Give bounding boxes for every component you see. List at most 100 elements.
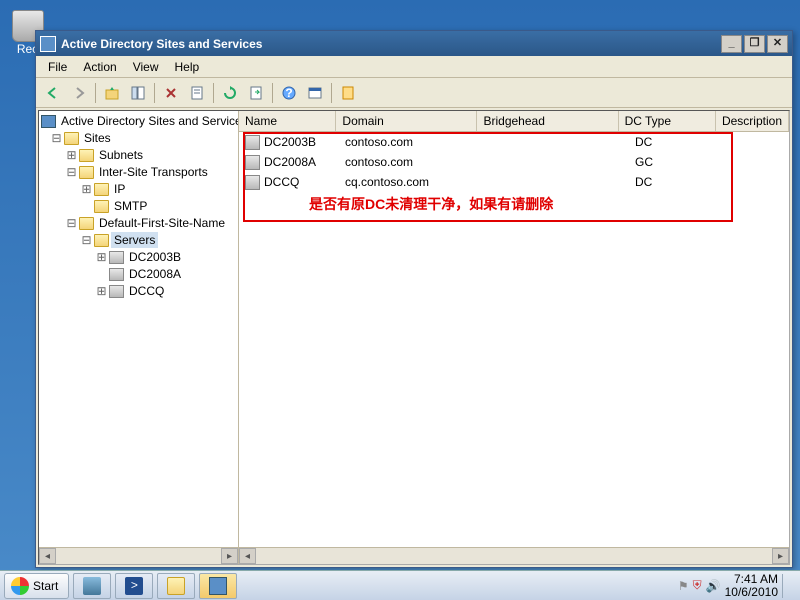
task-powershell[interactable]: >: [115, 573, 153, 599]
cell-description: [729, 152, 789, 172]
tree-sites[interactable]: ⊟Sites: [41, 130, 236, 147]
menu-view[interactable]: View: [125, 58, 167, 75]
window-title: Active Directory Sites and Services: [61, 37, 262, 51]
forward-button[interactable]: [67, 81, 91, 105]
cell-dctype: GC: [629, 152, 729, 172]
system-tray[interactable]: ⚑ ⛨ 🔊 7:41 AM 10/6/2010: [678, 573, 796, 599]
show-hide-button[interactable]: [126, 81, 150, 105]
col-name[interactable]: Name: [239, 111, 336, 131]
list-scroll[interactable]: ◂▸: [239, 547, 789, 564]
show-desktop-button[interactable]: [782, 574, 790, 598]
tray-volume-icon[interactable]: 🔊: [706, 579, 721, 593]
server-icon: [109, 251, 124, 264]
list-row[interactable]: DCCQ cq.contoso.com DC: [239, 172, 789, 192]
folder-icon: [79, 217, 94, 230]
collapse-icon[interactable]: ⊟: [49, 130, 64, 147]
minimize-button[interactable]: _: [721, 35, 742, 53]
tree-ist[interactable]: ⊟Inter-Site Transports: [41, 164, 236, 181]
start-orb-icon: [11, 577, 29, 595]
close-button[interactable]: ✕: [767, 35, 788, 53]
up-button[interactable]: [100, 81, 124, 105]
tree-ip[interactable]: ⊞IP: [41, 181, 236, 198]
tree-dc3[interactable]: ⊞DCCQ: [41, 283, 236, 300]
taskbar: Start > ⚑ ⛨ 🔊 7:41 AM 10/6/2010: [0, 570, 800, 600]
tree-scroll[interactable]: ◂▸: [39, 547, 238, 564]
cell-description: [729, 172, 789, 192]
tray-flag-icon[interactable]: ⚑: [678, 579, 689, 593]
folder-icon: [94, 234, 109, 247]
tree-dfsn[interactable]: ⊟Default-First-Site-Name: [41, 215, 236, 232]
options-button[interactable]: [303, 81, 327, 105]
server-icon: [109, 268, 124, 281]
tree-pane[interactable]: Active Directory Sites and Services ⊟Sit…: [39, 111, 239, 564]
tray-shield-icon[interactable]: ⛨: [693, 578, 702, 593]
cell-bridgehead: [484, 172, 629, 192]
folder-icon: [79, 149, 94, 162]
menu-bar: File Action View Help: [36, 56, 792, 78]
cell-bridgehead: [484, 132, 629, 152]
delete-button[interactable]: [159, 81, 183, 105]
list-header: Name Domain Bridgehead DC Type Descripti…: [239, 111, 789, 132]
col-domain[interactable]: Domain: [336, 111, 477, 131]
back-button[interactable]: [41, 81, 65, 105]
task-ad-sites[interactable]: [199, 573, 237, 599]
col-bridgehead[interactable]: Bridgehead: [477, 111, 618, 131]
server-icon: [109, 285, 124, 298]
title-bar[interactable]: Active Directory Sites and Services _ ❐ …: [36, 31, 792, 56]
export-button[interactable]: [244, 81, 268, 105]
folder-icon: [94, 200, 109, 213]
tray-time: 7:41 AM: [725, 573, 778, 586]
cell-dctype: DC: [629, 172, 729, 192]
mmc-window: Active Directory Sites and Services _ ❐ …: [35, 30, 793, 568]
scroll-right-icon[interactable]: ▸: [221, 548, 238, 564]
svg-text:?: ?: [285, 86, 292, 100]
expand-icon[interactable]: ⊞: [94, 283, 109, 300]
cell-name: DC2003B: [239, 132, 339, 152]
list-row[interactable]: DC2003B contoso.com DC: [239, 132, 789, 152]
maximize-button[interactable]: ❐: [744, 35, 765, 53]
collapse-icon[interactable]: ⊟: [64, 164, 79, 181]
list-body[interactable]: DC2003B contoso.com DC DC2008A contoso.c…: [239, 132, 789, 547]
tree-smtp[interactable]: SMTP: [41, 198, 236, 215]
scroll-right-icon[interactable]: ▸: [772, 548, 789, 564]
content-area: Active Directory Sites and Services ⊟Sit…: [38, 110, 790, 565]
task-explorer[interactable]: [157, 573, 195, 599]
tree-subnets[interactable]: ⊞Subnets: [41, 147, 236, 164]
folder-icon: [64, 132, 79, 145]
refresh-button[interactable]: [218, 81, 242, 105]
tray-clock[interactable]: 7:41 AM 10/6/2010: [725, 573, 778, 599]
menu-help[interactable]: Help: [167, 58, 208, 75]
cell-dctype: DC: [629, 132, 729, 152]
collapse-icon[interactable]: ⊟: [64, 215, 79, 232]
tree-dc2[interactable]: DC2008A: [41, 266, 236, 283]
tree-root[interactable]: Active Directory Sites and Services: [41, 113, 236, 130]
scroll-left-icon[interactable]: ◂: [239, 548, 256, 564]
tree-dc1[interactable]: ⊞DC2003B: [41, 249, 236, 266]
properties-button[interactable]: [185, 81, 209, 105]
collapse-icon[interactable]: ⊟: [79, 232, 94, 249]
annotation-text: 是否有原DC未清理干净，如果有请删除: [309, 194, 553, 214]
cell-domain: cq.contoso.com: [339, 172, 484, 192]
expand-icon[interactable]: ⊞: [79, 181, 94, 198]
col-dctype[interactable]: DC Type: [619, 111, 716, 131]
col-description[interactable]: Description: [716, 111, 789, 131]
tree-servers[interactable]: ⊟Servers: [41, 232, 236, 249]
start-button[interactable]: Start: [4, 573, 69, 599]
root-icon: [41, 115, 56, 128]
filter-button[interactable]: [336, 81, 360, 105]
help-button[interactable]: ?: [277, 81, 301, 105]
menu-action[interactable]: Action: [75, 58, 124, 75]
cell-description: [729, 132, 789, 152]
tray-date: 10/6/2010: [725, 586, 778, 599]
task-server-manager[interactable]: [73, 573, 111, 599]
start-label: Start: [33, 579, 58, 593]
expand-icon[interactable]: ⊞: [94, 249, 109, 266]
cell-name: DC2008A: [239, 152, 339, 172]
folder-icon: [94, 183, 109, 196]
scroll-left-icon[interactable]: ◂: [39, 548, 56, 564]
cell-name: DCCQ: [239, 172, 339, 192]
list-row[interactable]: DC2008A contoso.com GC: [239, 152, 789, 172]
menu-file[interactable]: File: [40, 58, 75, 75]
folder-icon: [79, 166, 94, 179]
expand-icon[interactable]: ⊞: [64, 147, 79, 164]
